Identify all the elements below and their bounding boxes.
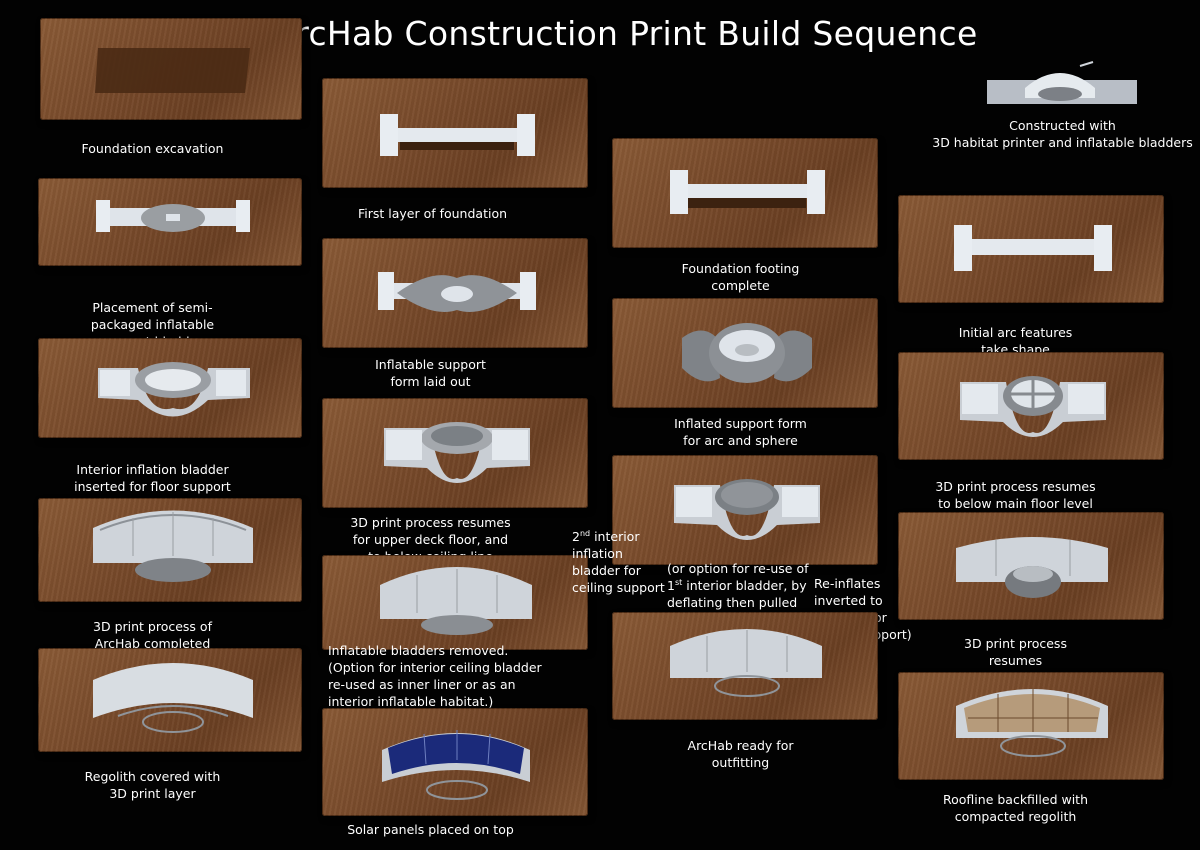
caption-print-completed: 3D print process of ArcHab completed <box>93 619 212 651</box>
arc-habitat-model <box>93 510 253 582</box>
caption-first-layer: First layer of foundation <box>357 206 508 221</box>
first-layer-model <box>380 114 535 156</box>
tile-support-form-laid <box>322 238 588 348</box>
roofline-model <box>956 688 1108 757</box>
tile-regolith-covered <box>38 648 302 752</box>
caption-inflated-form: Inflated support form for arc and sphere <box>674 416 807 448</box>
packaged-bladder-model <box>96 200 250 232</box>
tile-foundation-excavation <box>40 18 302 120</box>
footing-model <box>670 170 825 214</box>
tile-upper-deck <box>322 398 588 508</box>
caption-regolith-covered: Regolith covered with 3D print layer <box>84 769 221 801</box>
ready-habitat-model <box>670 629 822 697</box>
caption-interior-inflation: Interior inflation bladder inserted for … <box>74 462 231 494</box>
tile-first-layer <box>322 78 588 188</box>
regolith-covered-model <box>93 663 253 733</box>
tile-placement-bladder <box>38 178 302 266</box>
caption-solar-panels: Solar panels placed on top <box>347 822 514 837</box>
tile-interior-inflation <box>38 338 302 438</box>
tile-print-completed <box>38 498 302 602</box>
tile-inflated-form <box>612 298 878 408</box>
caption-support-form-laid: Inflatable support form laid out <box>375 357 486 389</box>
tile-bladders-removed <box>322 555 588 650</box>
caption-roofline-backfilled: Roofline backfilled with compacted regol… <box>943 792 1088 824</box>
tile-roofline-backfilled <box>898 672 1164 780</box>
caption-second-bladder: 2nd interior inflation bladder for ceili… <box>572 528 665 595</box>
interior-bladder-model <box>98 362 250 417</box>
tile-initial-arc <box>898 195 1164 303</box>
upper-deck-model <box>384 422 530 483</box>
tile-print-resumes <box>898 512 1164 620</box>
tile-ready-outfitting <box>612 612 878 720</box>
tile-below-main-floor <box>898 352 1164 460</box>
caption-ready-outfitting: ArcHab ready for outfitting <box>687 738 794 770</box>
print-resumes-model <box>956 537 1108 598</box>
caption-constructed-with: Constructed with 3D habitat printer and … <box>932 118 1193 150</box>
bladders-removed-model <box>380 567 532 635</box>
solar-panel-model <box>382 730 530 800</box>
inflated-form-model <box>682 323 812 383</box>
below-main-floor-model <box>960 376 1106 437</box>
caption-print-resumes: 3D print process resumes <box>964 636 1067 668</box>
tile-solar-panels <box>322 708 588 816</box>
caption-foundation-excavation: Foundation excavation <box>81 141 224 156</box>
caption-footing-complete: Foundation footing complete <box>681 261 800 293</box>
caption-bladders-removed: Inflatable bladders removed. (Option for… <box>328 643 542 709</box>
excavation-pit <box>95 48 250 93</box>
caption-below-main-floor: 3D print process resumes to below main f… <box>935 479 1096 511</box>
initial-arc-model <box>954 225 1112 271</box>
support-form-model <box>378 272 536 312</box>
tile-footing-complete <box>612 138 878 248</box>
constructed-habitat-icon <box>987 61 1137 104</box>
